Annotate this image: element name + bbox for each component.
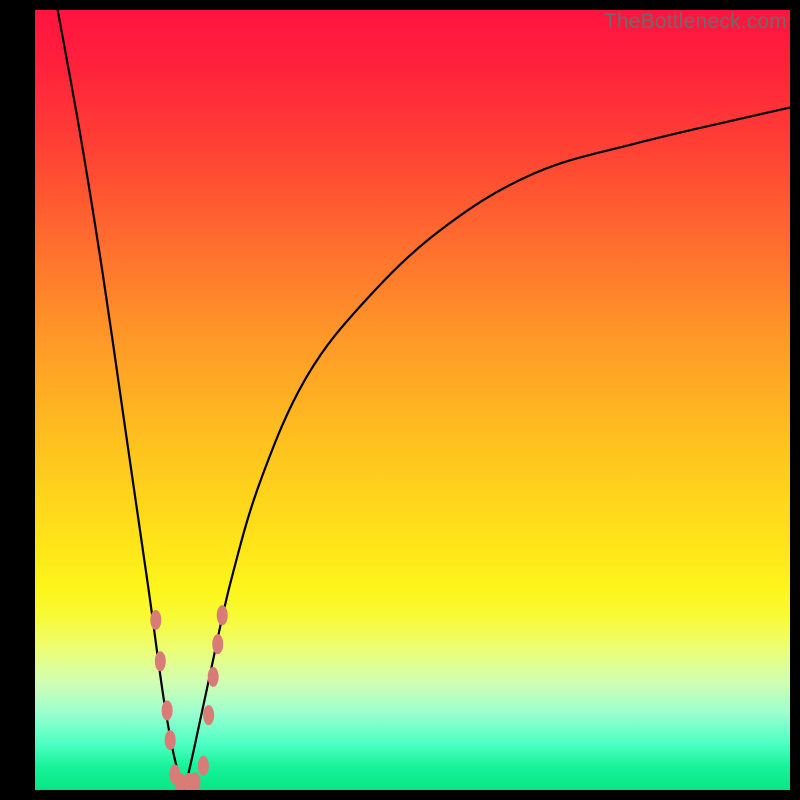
plot-area: TheBottleneck.com [35, 10, 790, 790]
marker-dots-group [150, 605, 227, 790]
curve-left-branch [58, 10, 185, 790]
marker-dot [203, 705, 214, 725]
curve-right-branch [184, 108, 790, 791]
marker-dot [198, 756, 209, 776]
marker-dot [212, 634, 223, 654]
marker-dot [165, 730, 176, 750]
curve-layer [35, 10, 790, 790]
marker-dot [162, 700, 173, 720]
marker-dot [155, 651, 166, 671]
attribution-watermark: TheBottleneck.com [604, 10, 787, 34]
marker-dot [217, 605, 228, 625]
marker-dot [208, 667, 219, 687]
chart-stage: TheBottleneck.com [0, 0, 800, 800]
marker-dot [150, 610, 161, 630]
